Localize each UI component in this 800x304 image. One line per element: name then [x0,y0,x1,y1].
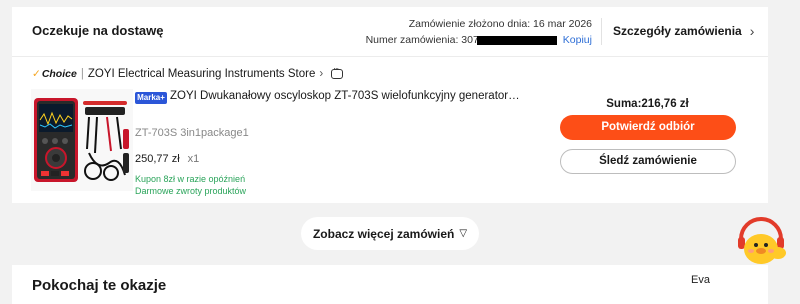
assistant-name: Eva [691,274,710,286]
promo-delay-coupon: Kupon 8zł w razie opóźnień [135,174,246,184]
order-status: Oczekuje na dostawę [32,23,164,38]
order-placed-date: Zamówienie złożono dnia: 16 mar 2026 [408,18,592,30]
promo-free-returns: Darmowe zwroty produktów [135,186,247,196]
store-chevron-icon[interactable]: › [319,68,323,80]
see-more-orders-label: Zobacz więcej zamówień [312,226,455,241]
order-card: Oczekuje na dostawę Zamówienie złożono d… [12,7,768,203]
product-title-link[interactable]: ZOYI Dwukanałowy oscyloskop ZT-703S wiel… [170,90,520,102]
product-variant: ZT-703S 3in1package1 [135,127,249,139]
price-row: 250,77 zł x1 [135,153,199,165]
order-total: Suma:216,76 zł [606,98,689,110]
choice-check-icon: ✓ [32,68,41,80]
copy-order-number-link[interactable]: Kopiuj [563,32,592,48]
oscilloscope-illustration [31,89,133,191]
track-order-button[interactable]: Śledź zamówienie [560,149,736,174]
assistant-mascot-icon[interactable] [733,217,791,267]
choice-badge: ✓ Choice [32,68,77,80]
store-name-link[interactable]: ZOYI Electrical Measuring Instruments St… [88,68,316,80]
order-number: Numer zamówienia: 307 [365,34,479,46]
chevron-down-icon: ▽ [459,228,468,239]
store-separator: | [80,68,84,80]
deals-section: Pokochaj te okazje [12,265,768,304]
product-image[interactable] [31,89,133,191]
redacted-order-number [476,35,557,45]
product-price: 250,77 zł [135,153,180,165]
chat-icon[interactable] [331,64,344,79]
order-number-row: Numer zamówienia: 307 Kopiuj [366,32,592,48]
choice-label: Choice [41,68,77,80]
store-row: ✓ Choice | ZOYI Electrical Measuring Ins… [32,64,344,84]
see-more-orders-button[interactable]: Zobacz więcej zamówień ▽ [301,217,479,250]
deals-title: Pokochaj te okazje [32,277,167,294]
duck-mascot-icon [738,217,786,264]
order-details-label: Szczegóły zamówienia [613,24,742,38]
header-divider [601,18,602,45]
order-details-link[interactable]: Szczegóły zamówienia › [613,23,754,39]
confirm-receipt-button[interactable]: Potwierdź odbiór [560,115,736,140]
order-meta: Zamówienie złożono dnia: 16 mar 2026 Num… [366,16,592,48]
chevron-right-icon: › [749,23,755,39]
brand-plus-badge: Marka+ [135,92,167,104]
product-quantity: x1 [187,153,200,165]
order-header: Oczekuje na dostawę Zamówienie złożono d… [12,7,768,57]
